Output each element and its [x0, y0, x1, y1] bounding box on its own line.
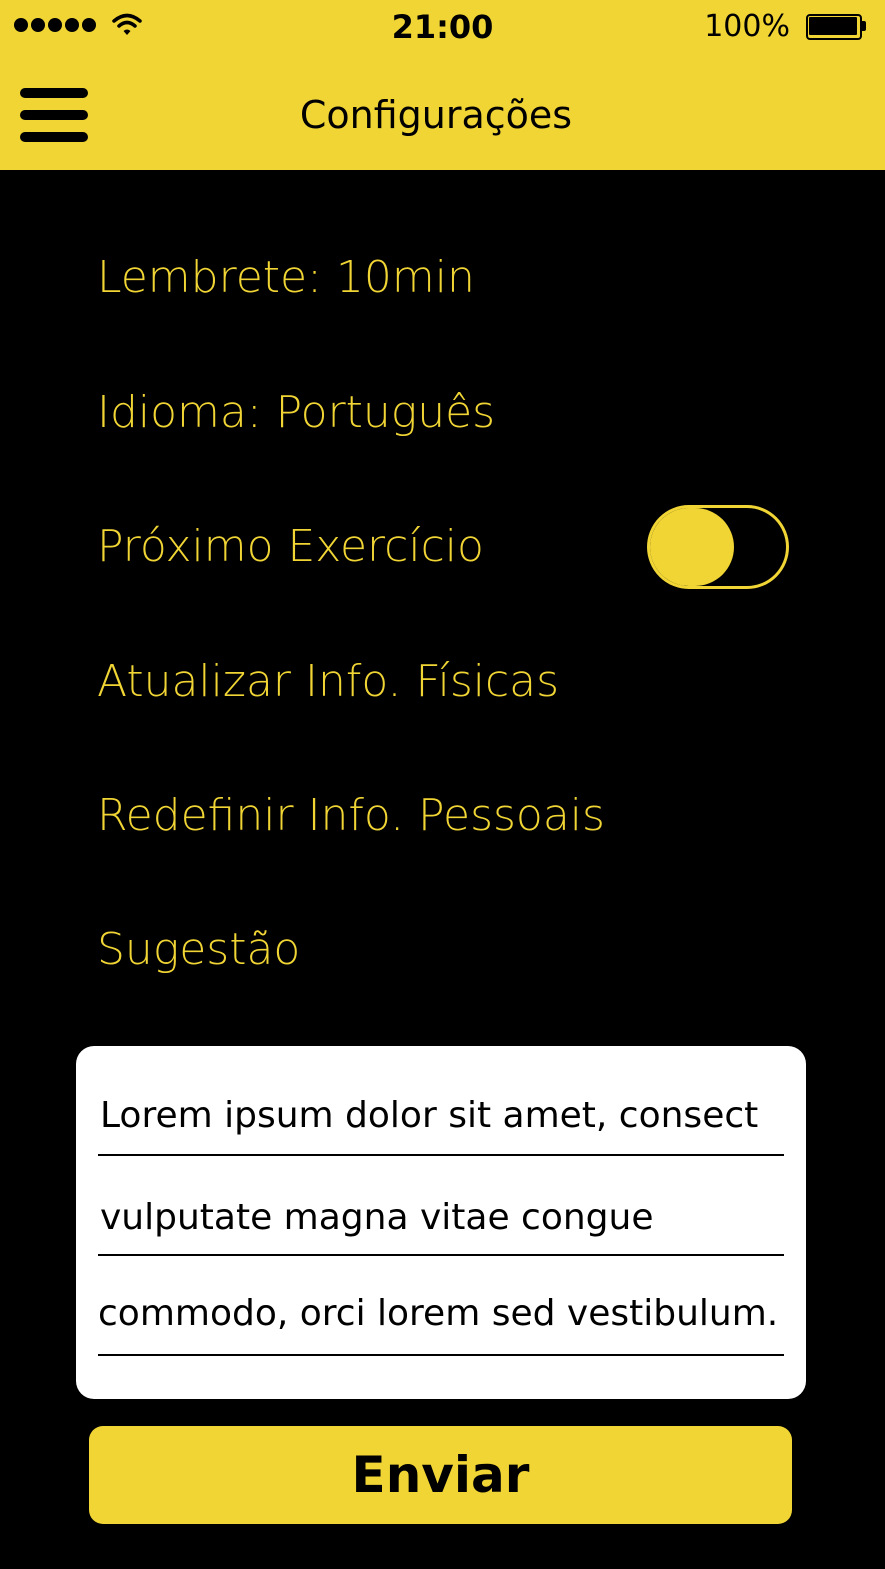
setting-reset-personal-info[interactable]: Redefinir Info. Pessoais — [97, 788, 605, 844]
page-title: Configurações — [299, 93, 573, 137]
suggestion-textarea[interactable]: Lorem ipsum dolor sit amet, consect vulp… — [76, 1046, 806, 1399]
setting-reminder[interactable]: Lembrete: 10min — [97, 250, 475, 306]
setting-language[interactable]: Idioma: Português — [97, 385, 495, 441]
suggestion-line-text: vulputate magna vitae congue — [100, 1197, 654, 1238]
toggle-knob — [650, 508, 734, 586]
suggestion-line-text: Lorem ipsum dolor sit amet, consect — [100, 1095, 759, 1136]
setting-update-physical-info[interactable]: Atualizar Info. Físicas — [97, 654, 559, 710]
nav-bar: Configurações — [0, 56, 885, 170]
status-bar: 21:00 100% — [0, 0, 885, 56]
suggestion-line[interactable]: Lorem ipsum dolor sit amet, consect — [98, 1056, 784, 1156]
battery-percentage: 100% — [704, 9, 790, 44]
battery-icon — [806, 14, 866, 40]
setting-suggestion-label: Sugestão — [97, 924, 301, 975]
suggestion-line[interactable]: commodo, orci lorem sed vestibulum. — [98, 1256, 784, 1356]
suggestion-line[interactable]: vulputate magna vitae congue — [98, 1156, 784, 1256]
setting-next-exercise-label: Próximo Exercício — [97, 521, 484, 572]
next-exercise-toggle[interactable] — [647, 505, 789, 589]
header: 21:00 100% Configurações — [0, 0, 885, 170]
send-button[interactable]: Enviar — [89, 1426, 792, 1524]
suggestion-line-text: commodo, orci lorem sed vestibulum. — [98, 1293, 779, 1334]
settings-screen: 21:00 100% Configurações Lembrete: 10min… — [0, 0, 885, 1569]
